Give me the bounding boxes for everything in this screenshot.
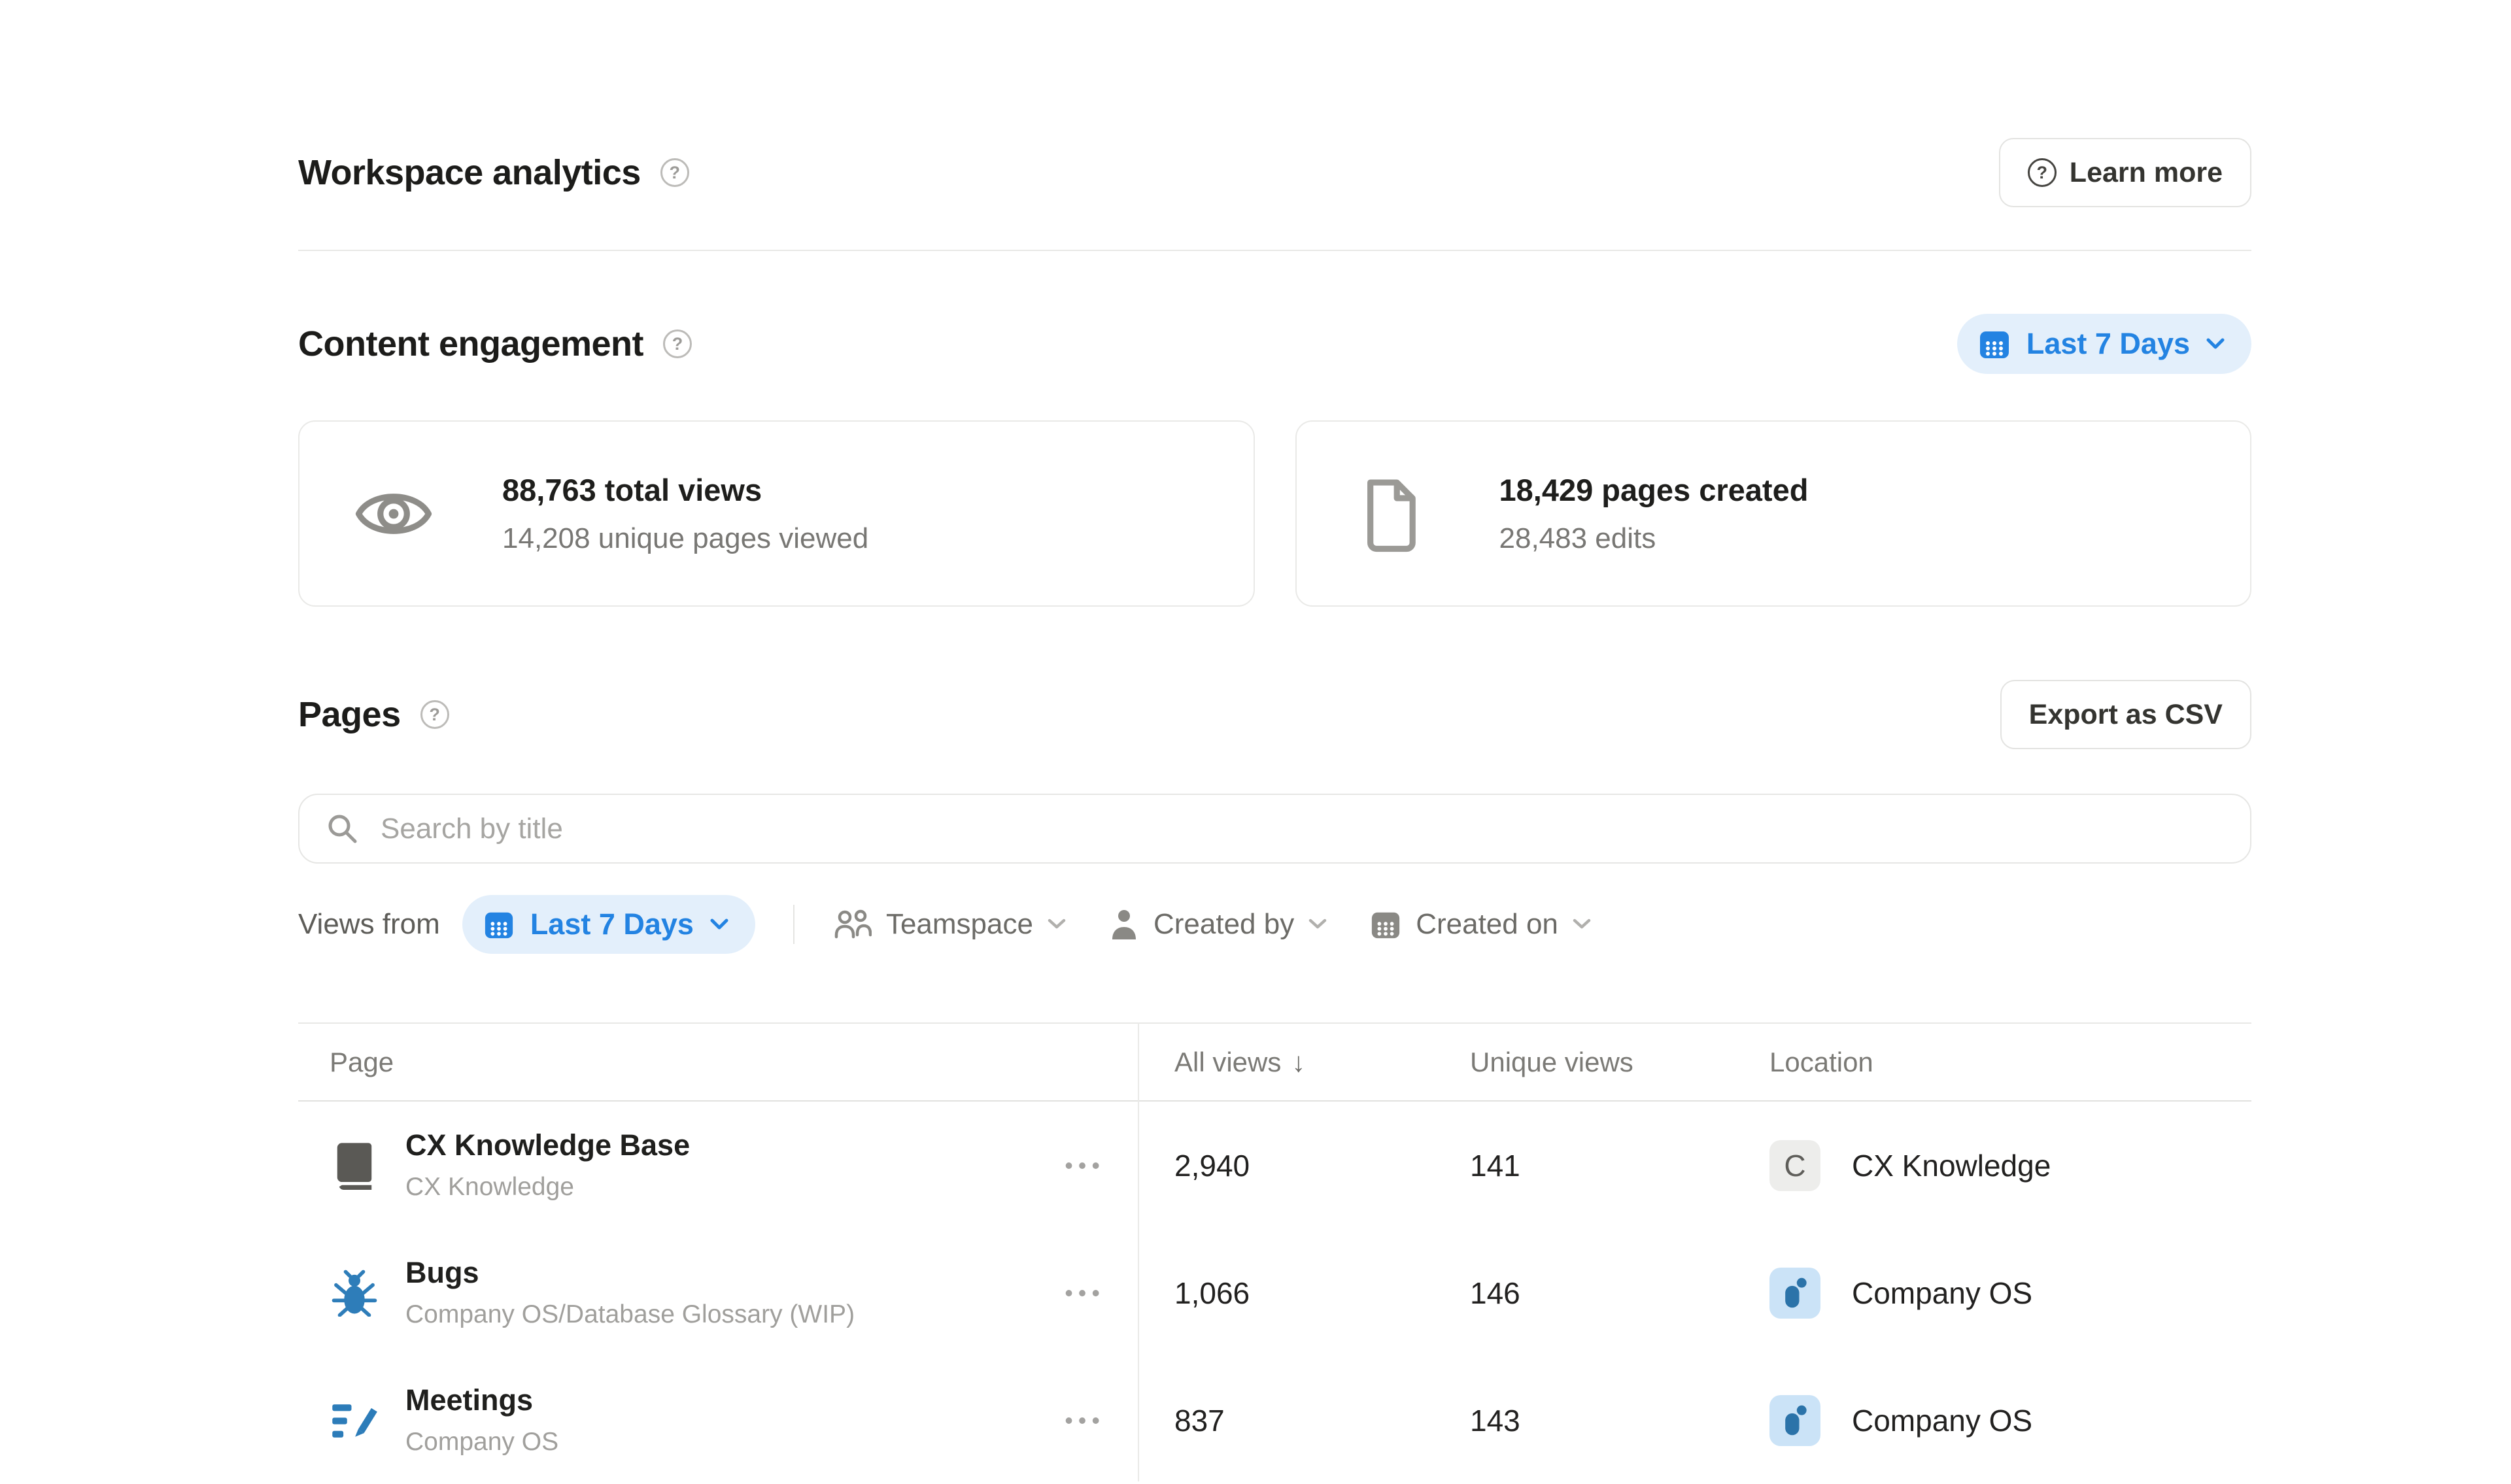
chevron-down-icon	[2206, 337, 2225, 350]
all-views-value: 1,066	[1138, 1275, 1433, 1311]
search-icon	[326, 812, 360, 846]
column-header-page[interactable]: Page	[298, 1047, 1138, 1078]
created-on-filter-label: Created on	[1416, 908, 1558, 941]
company-os-logo	[1781, 1404, 1809, 1438]
export-csv-label: Export as CSV	[2029, 699, 2223, 731]
all-views-value: 2,940	[1138, 1148, 1433, 1183]
date-range-button[interactable]: Last 7 Days	[1957, 314, 2251, 374]
views-date-filter-button[interactable]: Last 7 Days	[462, 895, 755, 954]
unique-views-value: 141	[1433, 1148, 1733, 1183]
filter-divider	[793, 905, 794, 944]
teamspace-icon	[832, 908, 872, 941]
page-title-cell: Bugs	[405, 1256, 855, 1290]
help-icon[interactable]: ?	[660, 158, 689, 187]
chevron-down-icon	[1573, 919, 1591, 930]
views-from-label: Views from	[298, 908, 440, 941]
help-circle-icon: ?	[2028, 158, 2057, 187]
learn-more-label: Learn more	[2070, 157, 2223, 189]
eye-icon	[354, 482, 433, 545]
export-csv-button[interactable]: Export as CSV	[2000, 680, 2251, 749]
search-bar	[298, 794, 2251, 864]
stat-cards: 88,763 total views 14,208 unique pages v…	[298, 420, 2251, 607]
row-more-button[interactable]: •••	[1062, 1145, 1108, 1186]
column-header-all-views[interactable]: All views ↓	[1138, 1047, 1433, 1078]
workspace-analytics-page: Workspace analytics ? ? Learn more Conte…	[298, 0, 2251, 1484]
bug-icon	[330, 1270, 379, 1317]
chevron-down-icon	[709, 918, 729, 931]
person-icon	[1109, 908, 1139, 941]
help-icon[interactable]: ?	[420, 700, 449, 729]
page-title: Workspace analytics	[298, 152, 641, 193]
chevron-down-icon	[1048, 919, 1066, 930]
filters-row: Views from Last 7 Days	[298, 895, 2251, 954]
pages-created-card: 18,429 pages created 28,483 edits	[1295, 420, 2252, 607]
table-row[interactable]: Meetings Company OS ••• 837 143 Company …	[298, 1357, 2251, 1484]
unique-views-value: 146	[1433, 1275, 1733, 1311]
page-subtitle-cell: Company OS	[405, 1428, 558, 1457]
page-icon	[1352, 475, 1430, 552]
teamspace-filter-label: Teamspace	[886, 908, 1033, 941]
row-more-button[interactable]: •••	[1062, 1273, 1108, 1313]
calendar-icon	[1370, 909, 1401, 940]
total-views-card: 88,763 total views 14,208 unique pages v…	[298, 420, 1255, 607]
pages-created-value: 18,429 pages created	[1499, 472, 1809, 508]
company-os-avatar	[1769, 1268, 1820, 1319]
content-engagement-header: Content engagement ? Last 7 Days	[298, 307, 2251, 380]
created-on-filter[interactable]: Created on	[1370, 908, 1591, 941]
views-date-filter-label: Last 7 Days	[530, 907, 694, 941]
teamspace-filter[interactable]: Teamspace	[832, 908, 1066, 941]
created-by-filter-label: Created by	[1153, 908, 1294, 941]
column-header-location[interactable]: Location	[1733, 1047, 2251, 1078]
sort-desc-icon: ↓	[1291, 1047, 1305, 1078]
created-by-filter[interactable]: Created by	[1109, 908, 1327, 941]
location-avatar: C	[1769, 1140, 1820, 1191]
total-views-value: 88,763 total views	[502, 472, 868, 508]
content-engagement-heading: Content engagement	[298, 324, 643, 364]
all-views-value: 837	[1138, 1403, 1433, 1438]
chevron-down-icon	[1308, 919, 1327, 930]
table-row[interactable]: Bugs Company OS/Database Glossary (WIP) …	[298, 1229, 2251, 1357]
column-header-unique-views[interactable]: Unique views	[1433, 1047, 1733, 1078]
learn-more-button[interactable]: ? Learn more	[1999, 138, 2251, 207]
page-title-cell: Meetings	[405, 1383, 558, 1417]
company-os-logo	[1781, 1276, 1809, 1310]
edits-value: 28,483 edits	[1499, 522, 1809, 555]
help-icon[interactable]: ?	[663, 329, 692, 358]
search-input[interactable]	[298, 794, 2251, 864]
table-row[interactable]: CX Knowledge Base CX Knowledge ••• 2,940…	[298, 1102, 2251, 1229]
location-name: CX Knowledge	[1852, 1148, 2051, 1183]
row-more-button[interactable]: •••	[1062, 1400, 1108, 1441]
unique-pages-viewed-value: 14,208 unique pages viewed	[502, 522, 868, 555]
page-header: Workspace analytics ? ? Learn more	[298, 136, 2251, 209]
calendar-icon	[1978, 328, 2011, 360]
pages-heading: Pages	[298, 694, 401, 735]
company-os-avatar	[1769, 1395, 1820, 1446]
page-subtitle-cell: CX Knowledge	[405, 1173, 690, 1202]
page-title-cell: CX Knowledge Base	[405, 1128, 690, 1162]
meetings-icon	[330, 1397, 379, 1444]
unique-views-value: 143	[1433, 1403, 1733, 1438]
page-subtitle-cell: Company OS/Database Glossary (WIP)	[405, 1300, 855, 1330]
date-range-label: Last 7 Days	[2026, 327, 2190, 361]
column-divider	[1138, 1022, 1139, 1481]
pages-table: Page All views ↓ Unique views Location	[298, 1022, 2251, 1484]
section-divider	[298, 250, 2251, 251]
location-name: Company OS	[1852, 1275, 2032, 1311]
calendar-icon	[483, 909, 515, 940]
pages-header: Pages ? Export as CSV	[298, 678, 2251, 751]
table-header: Page All views ↓ Unique views Location	[298, 1022, 2251, 1102]
location-name: Company OS	[1852, 1403, 2032, 1438]
book-icon	[330, 1141, 379, 1190]
